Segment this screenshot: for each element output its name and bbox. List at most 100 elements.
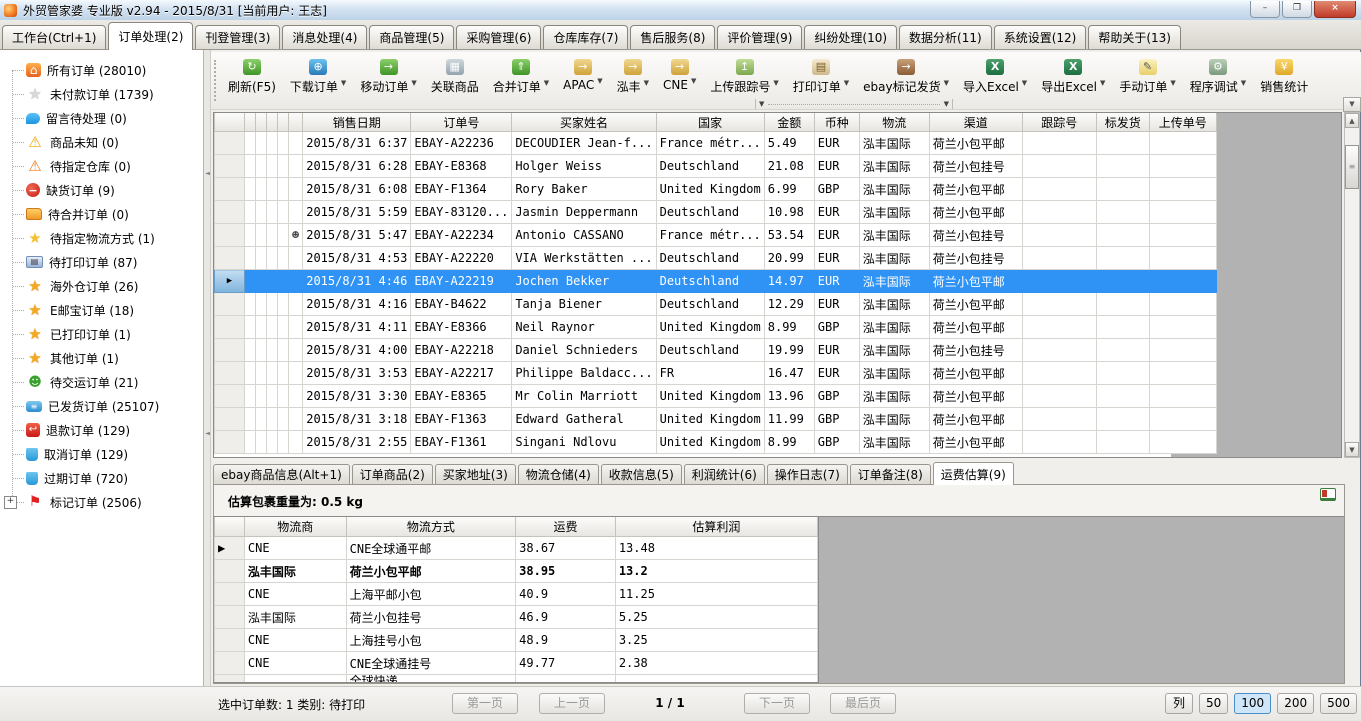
toolbar-button[interactable]: ▦关联商品 [431,59,479,95]
column-header[interactable] [215,517,245,537]
column-header[interactable]: 买家姓名 [512,113,656,132]
toolbar-button[interactable]: →CNE▼ [663,59,696,92]
page-size-button-50[interactable]: 50 [1199,693,1228,714]
app-tab[interactable]: 订单处理(2) [108,22,193,50]
row-selector[interactable] [215,339,245,362]
sidebar-item[interactable]: 取消订单 (129) [0,442,203,466]
toolbar-button[interactable]: ▤打印订单▼ [793,59,849,95]
order-row[interactable]: 2015/8/31 3:53EBAY-A22217Philippe Baldac… [215,362,1217,385]
chevron-down-icon[interactable]: ▼ [691,77,696,85]
sidebar-item[interactable]: ★E邮宝订单 (18) [0,298,203,322]
row-selector[interactable] [215,408,245,431]
row-selector[interactable] [215,583,245,606]
column-header[interactable]: 运费 [516,517,616,537]
order-row[interactable]: ☻2015/8/31 5:47EBAY-A22234Antonio CASSAN… [215,224,1217,247]
row-selector[interactable] [215,201,245,224]
chevron-down-icon[interactable]: ▼ [1170,79,1175,87]
shipping-row[interactable]: CNE上海挂号小包48.93.25 [215,629,818,652]
column-header[interactable]: 国家 [656,113,764,132]
row-selector[interactable] [215,247,245,270]
detail-tab[interactable]: ebay商品信息(Alt+1) [213,464,350,484]
column-header[interactable] [256,113,267,132]
scroll-down-icon[interactable]: ▼ [1345,442,1359,457]
app-tab[interactable]: 帮助关于(13) [1088,25,1181,49]
column-header[interactable]: 跟踪号 [1022,113,1096,132]
sidebar-item[interactable]: ★已打印订单 (1) [0,322,203,346]
detail-tab[interactable]: 操作日志(7) [767,464,848,484]
detail-tab[interactable]: 订单备注(8) [850,464,931,484]
sidebar-item[interactable]: ↩退款订单 (129) [0,418,203,442]
chevron-down-icon[interactable]: ▼ [341,79,346,87]
chevron-down-icon[interactable]: ▼ [1241,79,1246,87]
sidebar-item[interactable]: ⌂所有订单 (28010) [0,58,203,82]
sidebar-item[interactable]: 过期订单 (720) [0,466,203,490]
order-row[interactable]: 2015/8/31 4:00EBAY-A22218Daniel Schniede… [215,339,1217,362]
sidebar-splitter[interactable]: ◄ ◄ [204,50,211,686]
shipping-row[interactable]: CNE上海平邮小包40.911.25 [215,583,818,606]
chevron-down-icon[interactable]: ▼ [1022,79,1027,87]
scrollbar-thumb[interactable]: ≡ [1345,145,1359,189]
toolbar-button[interactable]: ⇑合并订单▼ [493,59,549,95]
row-selector[interactable]: ▶ [215,537,245,560]
sidebar-item[interactable]: ★待指定物流方式 (1) [0,226,203,250]
detail-tab[interactable]: 买家地址(3) [435,464,516,484]
app-tab[interactable]: 刊登管理(3) [195,25,280,49]
chevron-down-icon[interactable]: ▼ [773,79,778,87]
column-header[interactable] [289,113,303,132]
row-selector[interactable] [215,132,245,155]
order-row[interactable]: 2015/8/31 3:18EBAY-F1363Edward GatheralU… [215,408,1217,431]
toolbar-button[interactable]: ↻刷新(F5) [228,59,276,95]
toolbar-button[interactable]: X导入Excel▼ [963,59,1027,95]
toolbar-button[interactable]: →ebay标记发货▼ [863,59,949,95]
column-header[interactable]: 上传单号 [1149,113,1216,132]
column-header[interactable]: 金额 [764,113,814,132]
toolbar-button[interactable]: →移动订单▼ [360,59,416,95]
app-tab[interactable]: 仓库库存(7) [543,25,628,49]
orders-vertical-scrollbar[interactable]: ▲ ≡ ▼ [1344,112,1360,458]
app-tab[interactable]: 商品管理(5) [369,25,454,49]
last-page-button[interactable]: 最后页 [830,693,896,714]
detail-tab[interactable]: 物流仓储(4) [518,464,599,484]
row-selector[interactable] [215,385,245,408]
row-selector[interactable] [215,155,245,178]
toolbar-grip[interactable] [214,60,216,101]
row-selector[interactable] [215,293,245,316]
detail-tab[interactable]: 利润统计(6) [684,464,765,484]
sidebar-item[interactable]: 留言待处理 (0) [0,106,203,130]
page-size-button-100[interactable]: 100 [1234,693,1271,714]
order-row[interactable]: ▶2015/8/31 4:46EBAY-A22219Jochen BekkerD… [215,270,1217,293]
column-header[interactable] [245,113,256,132]
splitter-collapse-icon[interactable]: ◄ [204,430,211,437]
toolbar-button[interactable]: ✎手动订单▼ [1119,59,1175,95]
row-selector[interactable] [215,316,245,339]
maximize-button[interactable]: ❐ [1282,1,1312,18]
first-page-button[interactable]: 第一页 [452,693,518,714]
column-chooser-button[interactable]: ▼ [1343,97,1361,112]
row-selector[interactable] [215,560,245,583]
order-row[interactable]: 2015/8/31 3:30EBAY-E8365Mr Colin Marriot… [215,385,1217,408]
sidebar-item[interactable]: ★其他订单 (1) [0,346,203,370]
prev-page-button[interactable]: 上一页 [539,693,605,714]
chevron-down-icon[interactable]: ▼ [944,79,949,87]
shipping-row[interactable]: 泓丰国际荷兰小包平邮38.9513.2 [215,560,818,583]
toolbar-button[interactable]: →泓丰▼ [617,59,649,95]
column-header[interactable]: 物流 [859,113,929,132]
scroll-up-icon[interactable]: ▲ [1345,113,1359,128]
order-row[interactable]: 2015/8/31 6:08EBAY-F1364Rory BakerUnited… [215,178,1217,201]
order-row[interactable]: 2015/8/31 2:55EBAY-F1361Singani NdlovuUn… [215,431,1217,454]
app-tab[interactable]: 系统设置(12) [994,25,1087,49]
toolbar-button[interactable]: ¥销售统计 [1260,59,1308,95]
row-selector[interactable] [215,362,245,385]
splitter-collapse-icon[interactable]: ◄ [204,170,211,177]
detail-tab[interactable]: 收款信息(5) [601,464,682,484]
chevron-down-icon[interactable]: ▼ [644,79,649,87]
row-selector[interactable] [215,606,245,629]
toolbar-button[interactable]: ⊕下载订单▼ [290,59,346,95]
app-tab[interactable]: 纠纷处理(10) [804,25,897,49]
sidebar-item[interactable]: ≡已发货订单 (25107) [0,394,203,418]
column-header[interactable]: 渠道 [929,113,1022,132]
sidebar-item[interactable]: ⚠待指定仓库 (0) [0,154,203,178]
order-row[interactable]: 2015/8/31 4:16EBAY-B4622Tanja BienerDeut… [215,293,1217,316]
app-tab[interactable]: 消息处理(4) [282,25,367,49]
chevron-down-icon[interactable]: ▼ [944,100,949,108]
